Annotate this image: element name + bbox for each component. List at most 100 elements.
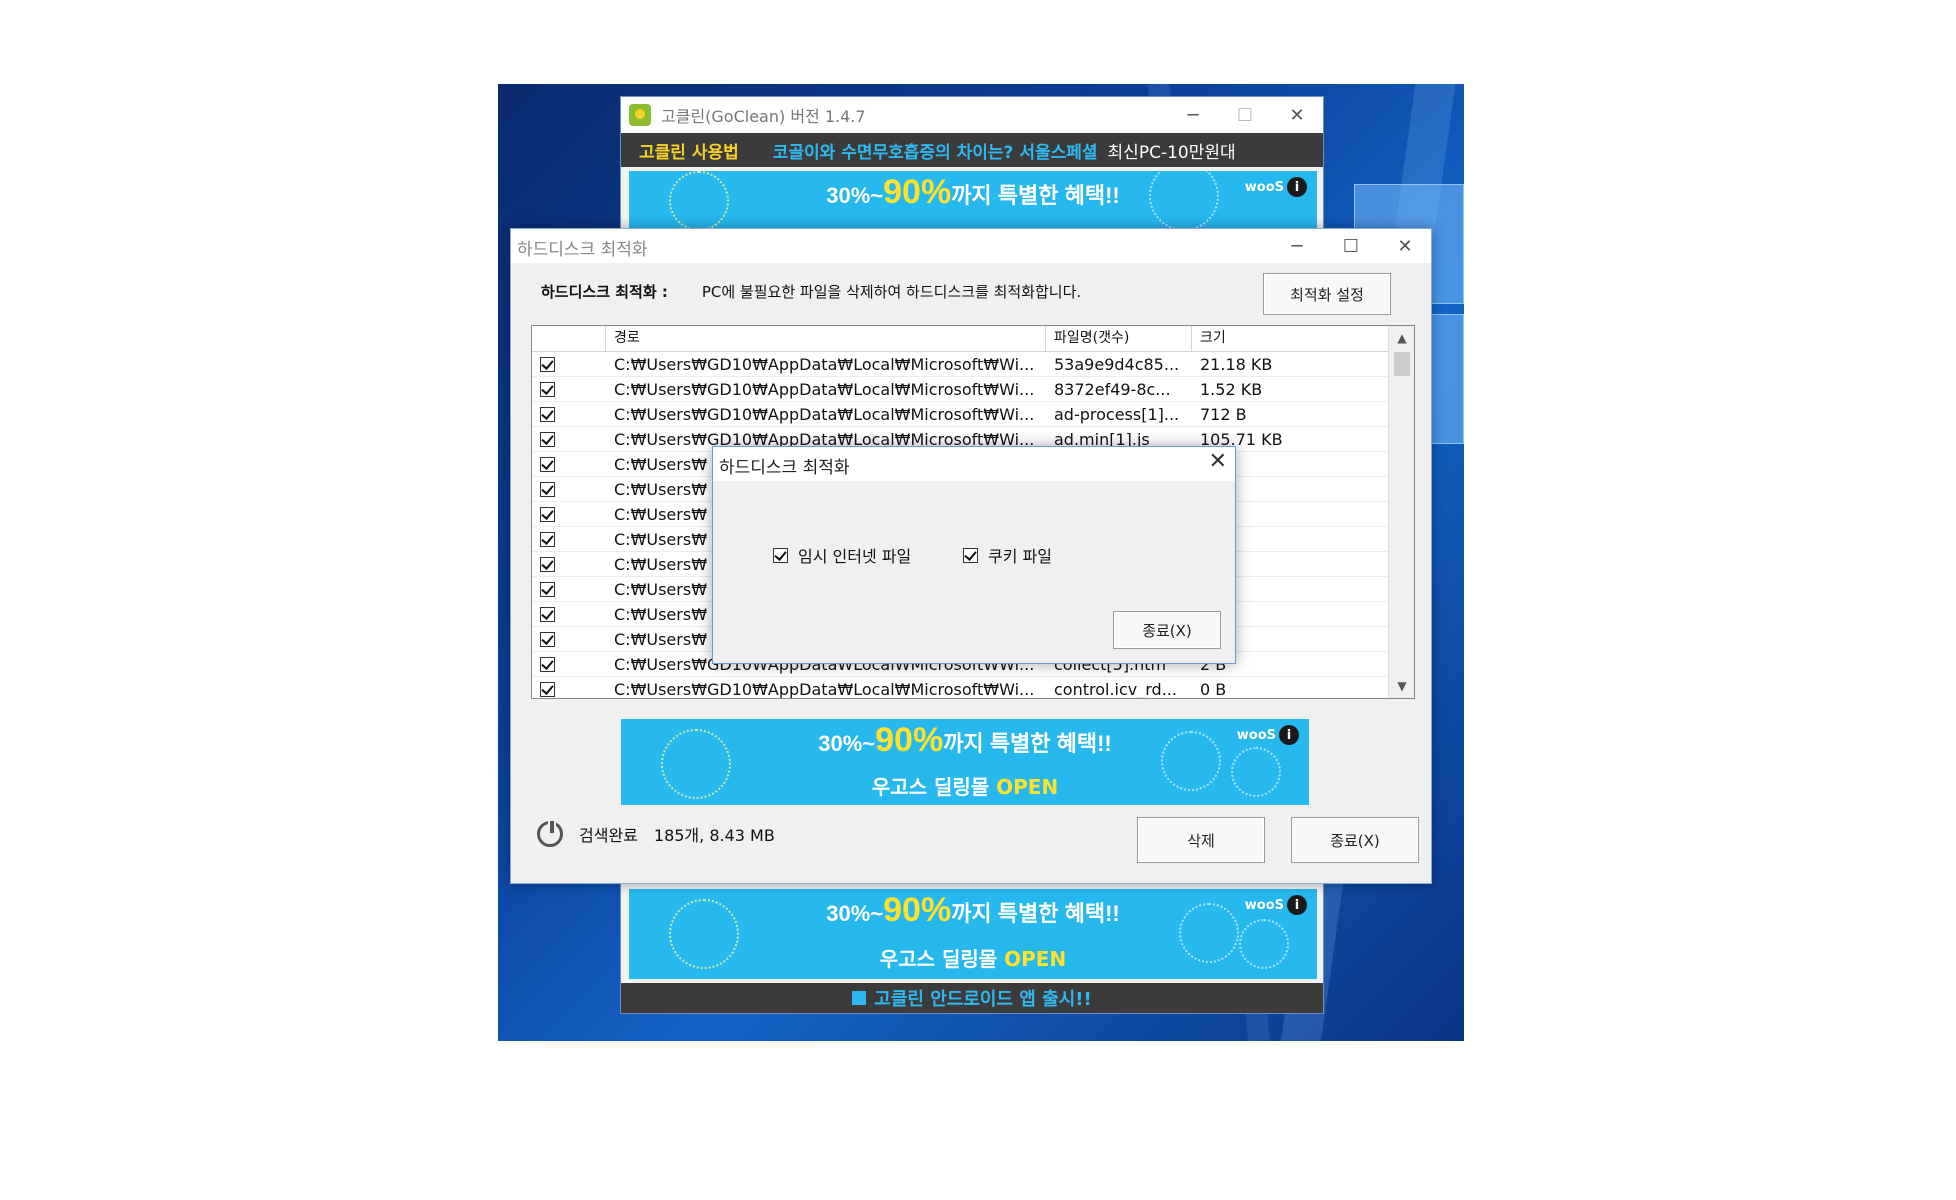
cell-size: 0 B <box>1200 679 1227 699</box>
hdd-description: 하드디스크 최적화 : PC에 불필요한 파일을 삭제하여 하드디스크를 최적화… <box>541 281 1081 302</box>
optimize-options-modal: 하드디스크 최적화 ✕ 임시 인터넷 파일 쿠키 파일 종료(X) <box>712 446 1236 664</box>
checkbox-checked-icon[interactable] <box>540 606 555 622</box>
checkbox-checked-icon[interactable] <box>540 531 555 547</box>
table-row[interactable]: C:₩Users₩GD10₩AppData₩Local₩Microsoft₩Wi… <box>532 677 1388 699</box>
hdd-window-title: 하드디스크 최적화 <box>517 240 648 260</box>
goclean-app-icon <box>629 104 651 126</box>
row-checkbox-cell <box>532 506 606 522</box>
scroll-up-icon[interactable]: ▲ <box>1389 326 1414 350</box>
table-row[interactable]: C:₩Users₩GD10₩AppData₩Local₩Microsoft₩Wi… <box>532 402 1388 427</box>
option-temp-internet-files[interactable]: 임시 인터넷 파일 <box>773 543 911 567</box>
maximize-icon[interactable]: ☐ <box>1325 228 1377 264</box>
row-checkbox-cell <box>532 456 606 472</box>
info-icon[interactable]: i <box>1279 725 1299 745</box>
android-app-notice[interactable]: 고클린 안드로이드 앱 출시!! <box>621 983 1323 1013</box>
checkbox-checked-icon[interactable] <box>540 356 555 372</box>
menu-pc-ad[interactable]: 최신PC-10만원대 <box>1108 138 1236 163</box>
status-label: 검색완료 <box>579 826 638 845</box>
status-value: 185개, 8.43 MB <box>653 826 775 845</box>
table-row[interactable]: C:₩Users₩GD10₩AppData₩Local₩Microsoft₩Wi… <box>532 377 1388 402</box>
menu-goclean-guide[interactable]: 고클린 사용법 <box>639 138 739 163</box>
info-icon[interactable]: i <box>1287 895 1307 915</box>
checkbox-checked-icon[interactable] <box>540 556 555 572</box>
cell-size: 1.52 KB <box>1200 379 1263 399</box>
header-filename[interactable]: 파일명(갯수) <box>1046 326 1192 351</box>
cell-path: C:₩Users₩GD10₩AppData₩Local₩Microsoft₩Wi… <box>614 354 1035 374</box>
row-checkbox-cell <box>532 531 606 547</box>
checkbox-checked-icon[interactable] <box>540 456 555 472</box>
checkbox-checked-icon[interactable] <box>963 547 978 563</box>
header-checkbox-col[interactable] <box>532 326 606 351</box>
modal-title-bar: 하드디스크 최적화 ✕ <box>713 447 1235 481</box>
row-checkbox-cell <box>532 606 606 622</box>
banner-sub-text: 우고스 딜링몰 OPEN <box>879 947 1067 971</box>
row-checkbox-cell <box>532 381 606 397</box>
modal-title: 하드디스크 최적화 <box>719 458 850 478</box>
cell-size: 712 B <box>1200 404 1247 424</box>
banner-prefix: 30%~ <box>826 183 884 208</box>
top-ad-banner[interactable]: 30%~90%까지 특별한 혜택!! wooS i <box>629 171 1317 231</box>
checkbox-checked-icon[interactable] <box>773 547 788 563</box>
checkbox-checked-icon[interactable] <box>540 631 555 647</box>
square-bullet-icon <box>852 991 867 1005</box>
optimize-settings-button[interactable]: 최적화 설정 <box>1263 273 1391 315</box>
checkbox-checked-icon[interactable] <box>540 481 555 497</box>
minimize-icon[interactable]: ─ <box>1167 97 1219 133</box>
header-size[interactable]: 크기 <box>1192 326 1388 351</box>
vertical-scrollbar[interactable]: ▲ ▼ <box>1388 326 1414 698</box>
table-header: 경로 파일명(갯수) 크기 <box>532 326 1388 352</box>
checkbox-checked-icon[interactable] <box>540 381 555 397</box>
bottom-ad-banner[interactable]: 30%~90%까지 특별한 혜택!! 우고스 딜링몰 OPEN wooS i <box>629 889 1317 979</box>
hdd-title-bar: 하드디스크 최적화 ─ ☐ ✕ <box>511 229 1431 263</box>
menu-snoring-ad[interactable]: 코골이와 수면무호흡증의 차이는? 서울스페셜 <box>773 138 1098 163</box>
scroll-down-icon[interactable]: ▼ <box>1389 674 1414 698</box>
banner-brand: wooS i <box>1245 895 1307 915</box>
middle-ad-banner[interactable]: 30%~90%까지 특별한 혜택!! 우고스 딜링몰 OPEN wooS i <box>621 719 1309 805</box>
power-icon <box>537 819 563 847</box>
cell-path: C:₩Users₩GD10₩AppData₩Local₩Microsoft₩Wi… <box>614 679 1035 699</box>
row-checkbox-cell <box>532 431 606 447</box>
close-icon[interactable]: ✕ <box>1379 228 1431 264</box>
maximize-icon[interactable]: ☐ <box>1219 97 1271 133</box>
checkbox-checked-icon[interactable] <box>540 406 555 422</box>
row-checkbox-cell <box>532 631 606 647</box>
cell-path: C:₩Users₩GD10₩AppData₩Local₩Microsoft₩Wi… <box>614 404 1035 424</box>
cell-filename: 53a9e9d4c85... <box>1054 354 1180 374</box>
table-row[interactable]: C:₩Users₩GD10₩AppData₩Local₩Microsoft₩Wi… <box>532 352 1388 377</box>
row-checkbox-cell <box>532 406 606 422</box>
main-window-title: 고클린(GoClean) 버전 1.4.7 <box>661 107 866 126</box>
row-checkbox-cell <box>532 681 606 697</box>
row-checkbox-cell <box>532 481 606 497</box>
scroll-thumb[interactable] <box>1394 352 1410 376</box>
scan-status: 검색완료 185개, 8.43 MB <box>537 819 775 847</box>
main-title-bar: 고클린(GoClean) 버전 1.4.7 ─ ☐ ✕ <box>621 97 1323 133</box>
header-path[interactable]: 경로 <box>606 326 1046 351</box>
info-icon[interactable]: i <box>1287 177 1307 197</box>
row-checkbox-cell <box>532 656 606 672</box>
banner-suffix: 까지 특별한 혜택!! <box>951 183 1120 208</box>
close-icon[interactable]: ✕ <box>1209 449 1227 474</box>
banner-sub-text: 우고스 딜링몰 OPEN <box>871 775 1059 799</box>
hdd-desc-label: 하드디스크 최적화 : <box>541 283 668 301</box>
row-checkbox-cell <box>532 556 606 572</box>
cell-filename: ad-process[1]... <box>1054 404 1180 424</box>
cell-filename: control.icv_rd... <box>1054 679 1177 699</box>
exit-button[interactable]: 종료(X) <box>1291 817 1419 863</box>
checkbox-checked-icon[interactable] <box>540 581 555 597</box>
cell-path: C:₩Users₩GD10₩AppData₩Local₩Microsoft₩Wi… <box>614 379 1035 399</box>
modal-exit-button[interactable]: 종료(X) <box>1113 611 1221 649</box>
delete-button[interactable]: 삭제 <box>1137 817 1265 863</box>
close-icon[interactable]: ✕ <box>1271 97 1323 133</box>
checkbox-checked-icon[interactable] <box>540 431 555 447</box>
banner-brand: wooS i <box>1245 177 1307 197</box>
hdd-desc-text: PC에 불필요한 파일을 삭제하여 하드디스크를 최적화합니다. <box>701 283 1082 301</box>
checkbox-checked-icon[interactable] <box>540 681 555 697</box>
checkbox-checked-icon[interactable] <box>540 506 555 522</box>
cell-size: 21.18 KB <box>1200 354 1273 374</box>
row-checkbox-cell <box>532 356 606 372</box>
option-cookie-files[interactable]: 쿠키 파일 <box>963 543 1052 567</box>
minimize-icon[interactable]: ─ <box>1271 228 1323 264</box>
checkbox-checked-icon[interactable] <box>540 656 555 672</box>
banner-big-percent: 90% <box>883 173 952 211</box>
main-menu-bar: 고클린 사용법 코골이와 수면무호흡증의 차이는? 서울스페셜 최신PC-10만… <box>621 133 1323 167</box>
